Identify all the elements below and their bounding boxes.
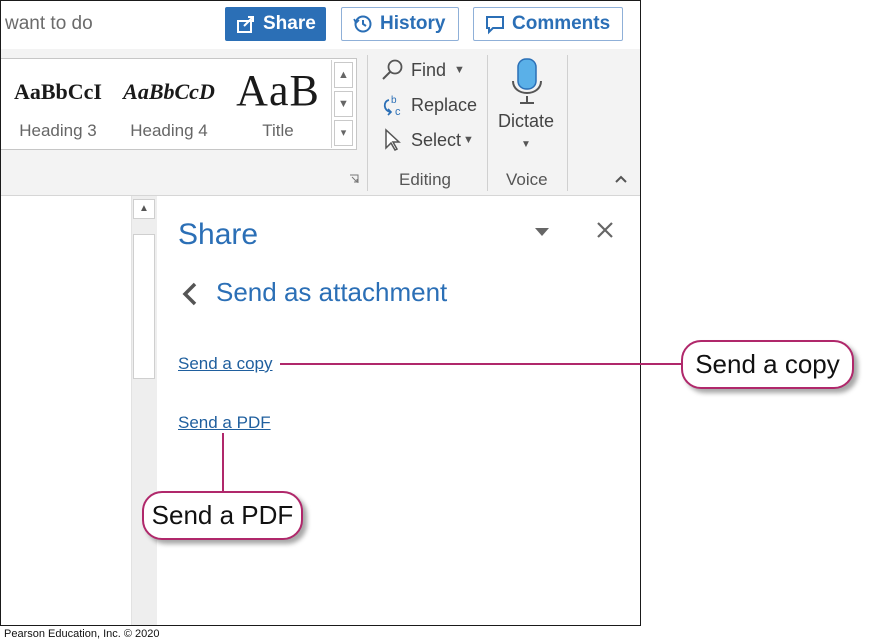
gallery-more-button[interactable]: ▾ (334, 120, 353, 146)
gallery-down-button[interactable]: ▼ (334, 91, 353, 117)
select-button[interactable]: Select ▼ (381, 126, 474, 154)
style-sample: AaB (236, 66, 320, 115)
gallery-up-button[interactable]: ▲ (334, 62, 353, 88)
share-button[interactable]: Share (225, 7, 326, 41)
document-area: ▲ Share Send as attachment Send a copy S… (1, 196, 640, 625)
title-bar: want to do Share History Comments (1, 1, 640, 49)
copyright-text: Pearson Education, Inc. © 2020 (4, 628, 160, 640)
search-icon (382, 59, 403, 80)
collapse-ribbon-icon[interactable] (614, 173, 628, 185)
comments-button-label: Comments (512, 13, 611, 34)
style-heading-3[interactable]: AaBbCcI Heading 3 (6, 59, 110, 149)
replace-icon: b c (383, 95, 401, 117)
ribbon: AaBbCcI Heading 3 AaBbCcD Heading 4 AaB … (1, 49, 640, 196)
tell-me-search[interactable]: want to do (5, 13, 93, 35)
comments-button[interactable]: Comments (473, 7, 623, 41)
back-arrow-icon[interactable] (181, 280, 199, 308)
chevron-down-icon: ▼ (463, 134, 474, 146)
editing-group-label: Editing (399, 170, 451, 189)
callout-connector (280, 363, 684, 365)
style-sample: AaBbCcD (123, 79, 215, 104)
style-sample: AaBbCcI (13, 79, 102, 104)
style-title[interactable]: AaB Title (226, 59, 330, 149)
send-a-copy-link[interactable]: Send a copy (178, 354, 273, 374)
chevron-down-icon[interactable]: ▼ (521, 139, 531, 150)
history-button[interactable]: History (341, 7, 459, 41)
dictate-button[interactable]: Dictate (498, 111, 554, 132)
callout-connector (222, 433, 224, 493)
gallery-scroll: ▲ ▼ ▾ (331, 60, 356, 148)
cursor-arrow-icon (385, 128, 401, 151)
ribbon-separator (567, 55, 568, 191)
pane-title: Share (178, 218, 259, 251)
style-heading-4[interactable]: AaBbCcD Heading 4 (116, 59, 222, 149)
replace-label: Replace (411, 94, 478, 115)
find-label: Find (411, 59, 447, 80)
style-name: Title (262, 121, 294, 140)
ribbon-separator (487, 55, 488, 191)
scroll-thumb[interactable] (133, 234, 155, 379)
vertical-scrollbar[interactable]: ▲ (131, 196, 157, 625)
svg-text:b: b (391, 95, 397, 106)
history-icon (353, 15, 372, 33)
select-label: Select (411, 129, 462, 150)
svg-text:c: c (395, 106, 401, 117)
style-name: Heading 3 (19, 121, 97, 140)
callout-send-pdf: Send a PDF (142, 491, 303, 540)
share-button-label: Share (263, 13, 316, 34)
send-a-pdf-link[interactable]: Send a PDF (178, 413, 271, 433)
scroll-up-button[interactable]: ▲ (133, 199, 155, 219)
share-icon (237, 16, 254, 33)
replace-button[interactable]: b c Replace (381, 91, 477, 119)
styles-gallery: AaBbCcI Heading 3 AaBbCcD Heading 4 AaB … (1, 58, 357, 150)
close-icon[interactable] (595, 220, 615, 240)
ribbon-separator (367, 55, 368, 191)
pane-subtitle: Send as attachment (216, 277, 448, 307)
word-window: want to do Share History Comments AaBbCc… (0, 0, 641, 626)
voice-group-label: Voice (506, 170, 548, 189)
callout-send-copy: Send a copy (681, 340, 854, 389)
style-name: Heading 4 (130, 121, 208, 140)
microphone-icon[interactable] (509, 57, 545, 107)
find-button[interactable]: Find ▼ (381, 56, 465, 84)
styles-dialog-launcher-icon[interactable] (349, 174, 359, 184)
history-button-label: History (380, 13, 446, 34)
comment-icon (486, 16, 504, 35)
chevron-down-icon: ▼ (454, 64, 465, 76)
pane-options-dropdown-icon[interactable] (535, 228, 549, 236)
